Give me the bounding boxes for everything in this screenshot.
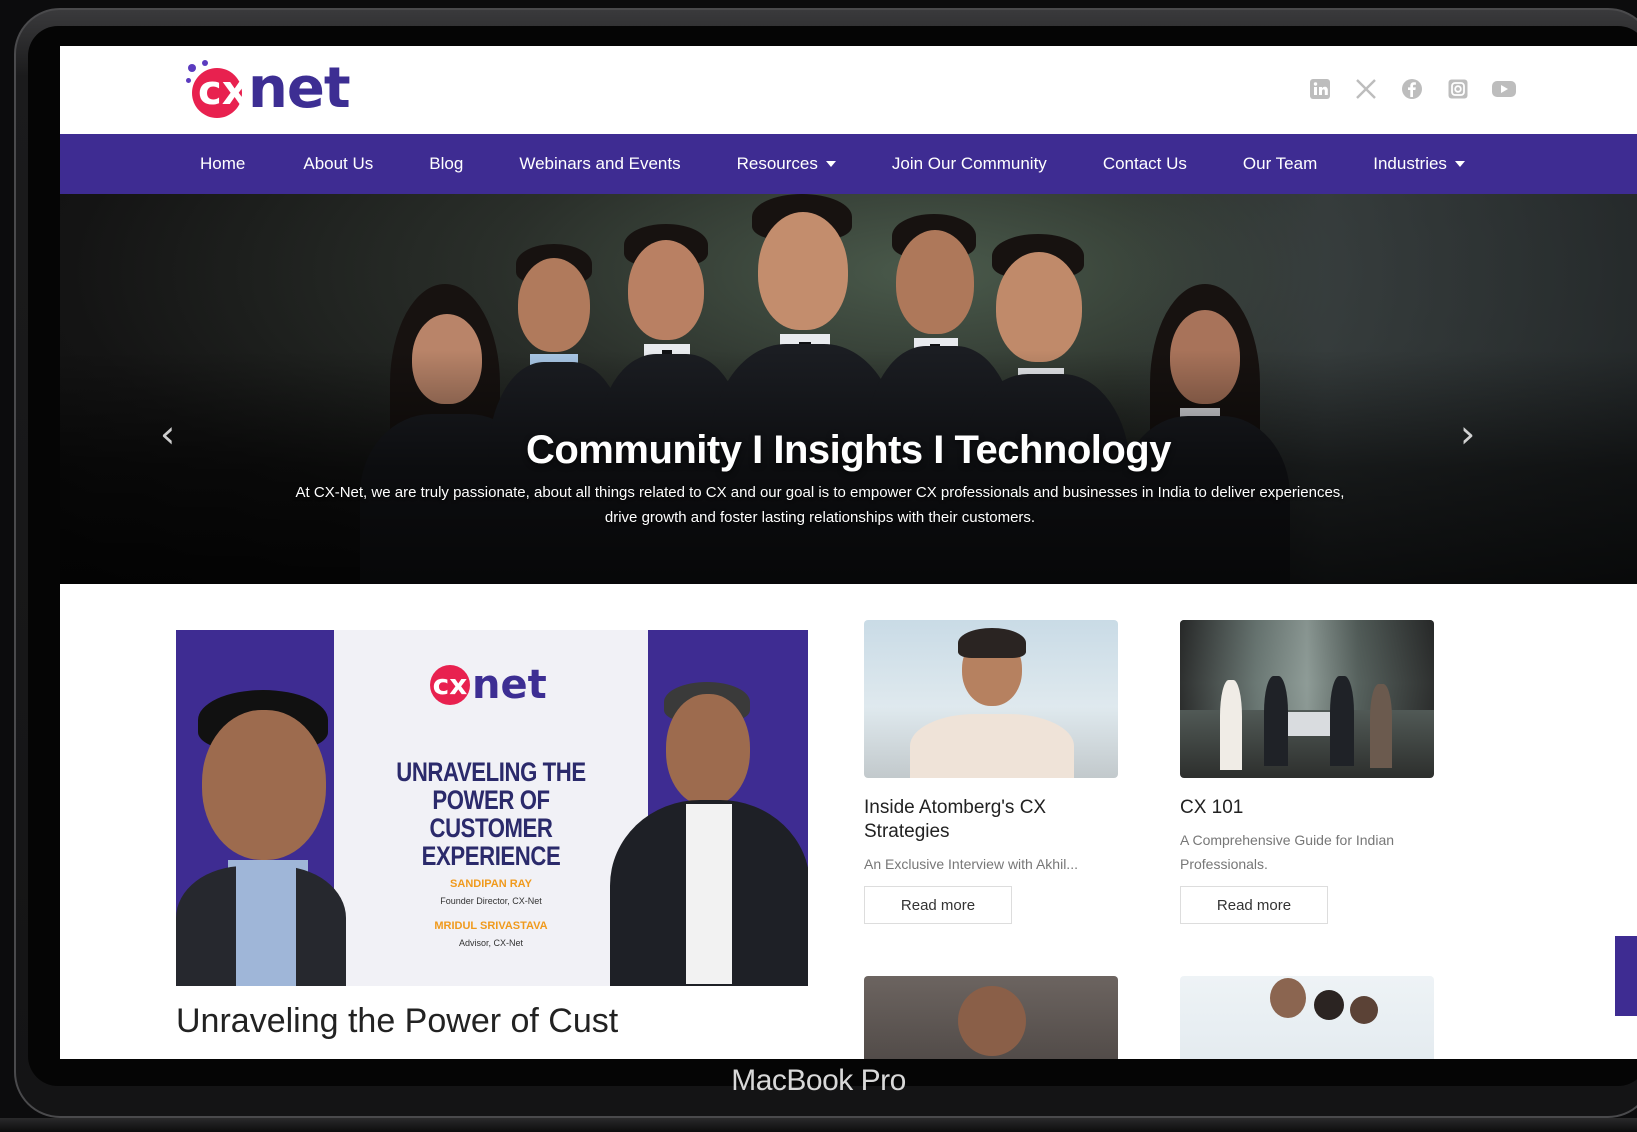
blog-card-title[interactable]: CX 101 bbox=[1180, 796, 1434, 820]
instagram-icon[interactable] bbox=[1445, 76, 1471, 102]
nav-item-industries-label: Industries bbox=[1373, 154, 1447, 173]
site-logo[interactable]: cx net bbox=[186, 56, 351, 121]
logo-mark: cx bbox=[186, 60, 248, 118]
x-icon[interactable] bbox=[1353, 76, 1379, 102]
featured-webinar-banner[interactable]: cx net UNRAVELING THE POWER OF CUSTOMER … bbox=[176, 630, 808, 986]
nav-item-home[interactable]: Home bbox=[200, 154, 245, 174]
banner-logo-mark: cx bbox=[430, 665, 470, 705]
nav-item-resources[interactable]: Resources bbox=[737, 154, 836, 174]
youtube-icon[interactable] bbox=[1491, 76, 1517, 102]
nav-item-industries[interactable]: Industries bbox=[1373, 154, 1465, 174]
nav-item-resources-label: Resources bbox=[736, 154, 818, 173]
nav-item-blog[interactable]: Blog bbox=[429, 154, 463, 174]
accessibility-side-tab[interactable] bbox=[1615, 936, 1637, 1016]
banner-speaker-1-role: Founder Director, CX-Net bbox=[440, 896, 542, 906]
blog-card-partial bbox=[864, 976, 1118, 1059]
linkedin-icon[interactable] bbox=[1307, 76, 1333, 102]
blog-card-partial bbox=[1180, 976, 1434, 1059]
nav-item-contact-us[interactable]: Contact Us bbox=[1103, 154, 1187, 174]
logo-text: net bbox=[248, 56, 351, 121]
blog-card-description: A Comprehensive Guide for Indian Profess… bbox=[1180, 832, 1395, 872]
banner-headline: UNRAVELING THE POWER OF CUSTOMER EXPERIE… bbox=[396, 757, 586, 871]
hero-subtitle: At CX-Net, we are truly passionate, abou… bbox=[295, 484, 1345, 526]
blog-card-title[interactable]: Inside Atomberg's CX Strategies bbox=[864, 796, 1118, 844]
banner-speaker-2-role: Advisor, CX-Net bbox=[458, 938, 524, 948]
featured-post-title[interactable]: Unraveling the Power of Cust bbox=[176, 1002, 618, 1041]
banner-logo-text: net bbox=[472, 662, 547, 708]
logo-mark-text: cx bbox=[198, 68, 248, 114]
read-more-button[interactable]: Read more bbox=[1180, 886, 1328, 924]
blog-card-image[interactable] bbox=[864, 620, 1118, 778]
nav-item-about-us[interactable]: About Us bbox=[303, 154, 373, 174]
blog-card-image[interactable] bbox=[1180, 620, 1434, 778]
chevron-down-icon bbox=[1454, 161, 1465, 167]
banner-speaker-1-name: SANDIPAN RAY bbox=[450, 878, 532, 890]
laptop-base bbox=[0, 1118, 1637, 1132]
browser-viewport: cx net Home About Us Blog Webinars and E… bbox=[60, 46, 1637, 1059]
banner-speaker-2-name: MRIDUL SRIVASTAVA bbox=[434, 920, 548, 932]
blog-card-image[interactable] bbox=[864, 976, 1118, 1059]
blog-card: CX 101 A Comprehensive Guide for Indian … bbox=[1180, 620, 1434, 924]
site-header: cx net bbox=[60, 46, 1637, 134]
nav-list: Home About Us Blog Webinars and Events R… bbox=[200, 134, 1465, 194]
blog-card-description: An Exclusive Interview with Akhil... bbox=[864, 856, 1078, 872]
nav-item-our-team[interactable]: Our Team bbox=[1243, 154, 1317, 174]
hero-carousel: ‹ › Community I Insights I Technology At… bbox=[60, 194, 1637, 584]
banner-logo: cx net bbox=[430, 662, 547, 708]
social-links bbox=[1307, 76, 1517, 102]
main-navbar: Home About Us Blog Webinars and Events R… bbox=[60, 134, 1637, 194]
nav-item-join-our-community[interactable]: Join Our Community bbox=[892, 154, 1047, 174]
hero-title: Community I Insights I Technology bbox=[525, 428, 1172, 472]
read-more-button[interactable]: Read more bbox=[864, 886, 1012, 924]
facebook-icon[interactable] bbox=[1399, 76, 1425, 102]
chevron-down-icon bbox=[825, 161, 836, 167]
blog-card-image[interactable] bbox=[1180, 976, 1434, 1059]
nav-item-webinars-and-events[interactable]: Webinars and Events bbox=[519, 154, 680, 174]
blog-card: Inside Atomberg's CX Strategies An Exclu… bbox=[864, 620, 1118, 924]
device-label: MacBook Pro bbox=[731, 1064, 906, 1097]
